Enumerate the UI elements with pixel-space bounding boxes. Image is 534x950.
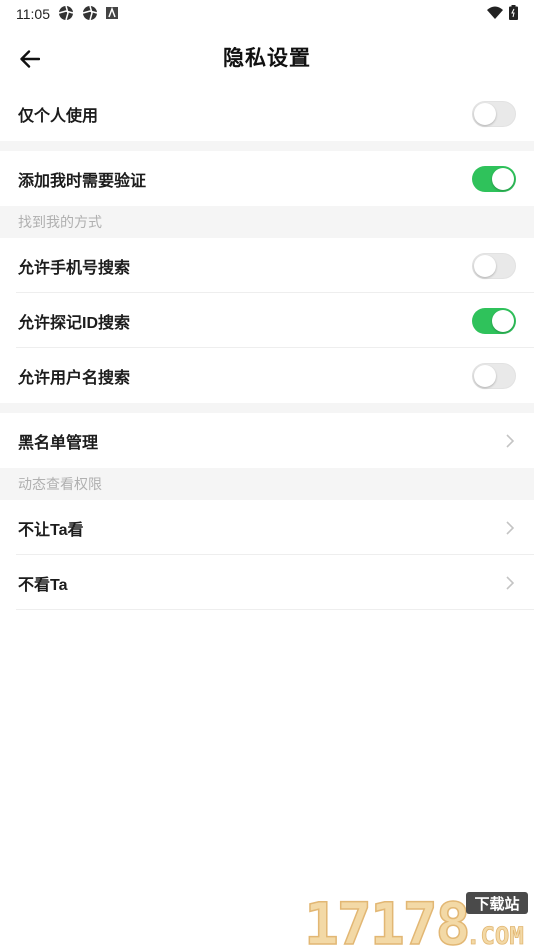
aperture-icon — [82, 5, 98, 24]
dont-view-label: 不看Ta — [18, 576, 68, 594]
arrow-left-icon — [20, 50, 40, 68]
chevron-right-icon — [504, 433, 516, 449]
status-time: 11:05 — [16, 6, 50, 22]
watermark-logo: 17178 下载站 .COM — [303, 889, 528, 950]
toggle-knob — [474, 364, 496, 387]
id-search-label: 允许探记ID搜索 — [18, 314, 131, 332]
username-search-row: 允许用户名搜索 — [0, 348, 534, 403]
moments-permission-section-header: 动态查看权限 — [0, 468, 534, 500]
hide-from-row[interactable]: 不让Ta看 — [0, 500, 534, 555]
section-gap — [0, 403, 534, 413]
personal-only-toggle[interactable] — [472, 100, 516, 127]
username-search-label: 允许用户名搜索 — [18, 369, 131, 387]
watermark-badge: 下载站 — [474, 895, 519, 913]
dont-view-row[interactable]: 不看Ta — [0, 555, 534, 610]
toggle-knob — [474, 254, 496, 277]
back-button[interactable] — [12, 41, 48, 77]
verify-add-toggle[interactable] — [472, 165, 516, 192]
personal-only-row: 仅个人使用 — [0, 86, 534, 141]
section-gap — [0, 141, 534, 151]
battery-icon — [509, 5, 518, 23]
app-notification-icon — [106, 6, 118, 22]
wifi-icon — [487, 6, 503, 23]
find-me-section-header: 找到我的方式 — [0, 206, 534, 238]
toggle-knob — [492, 309, 514, 332]
aperture-icon — [58, 5, 74, 24]
phone-search-label: 允许手机号搜索 — [18, 259, 131, 277]
personal-only-label: 仅个人使用 — [18, 107, 99, 125]
verify-add-row: 添加我时需要验证 — [0, 151, 534, 206]
watermark-number: 17178 — [304, 890, 469, 950]
blacklist-row[interactable]: 黑名单管理 — [0, 413, 534, 468]
phone-search-row: 允许手机号搜索 — [0, 238, 534, 293]
watermark-suffix: .COM — [466, 922, 524, 950]
app-header: 隐私设置 — [0, 28, 534, 86]
blacklist-label: 黑名单管理 — [18, 434, 99, 452]
id-search-row: 允许探记ID搜索 — [0, 293, 534, 348]
verify-add-label: 添加我时需要验证 — [18, 172, 147, 190]
hide-from-label: 不让Ta看 — [18, 521, 84, 539]
status-bar: 11:05 — [0, 0, 534, 28]
username-search-toggle[interactable] — [472, 362, 516, 389]
chevron-right-icon — [504, 520, 516, 536]
page-title: 隐私设置 — [223, 47, 311, 70]
phone-search-toggle[interactable] — [472, 252, 516, 279]
toggle-knob — [474, 102, 496, 125]
chevron-right-icon — [504, 575, 516, 591]
id-search-toggle[interactable] — [472, 307, 516, 334]
toggle-knob — [492, 167, 514, 190]
